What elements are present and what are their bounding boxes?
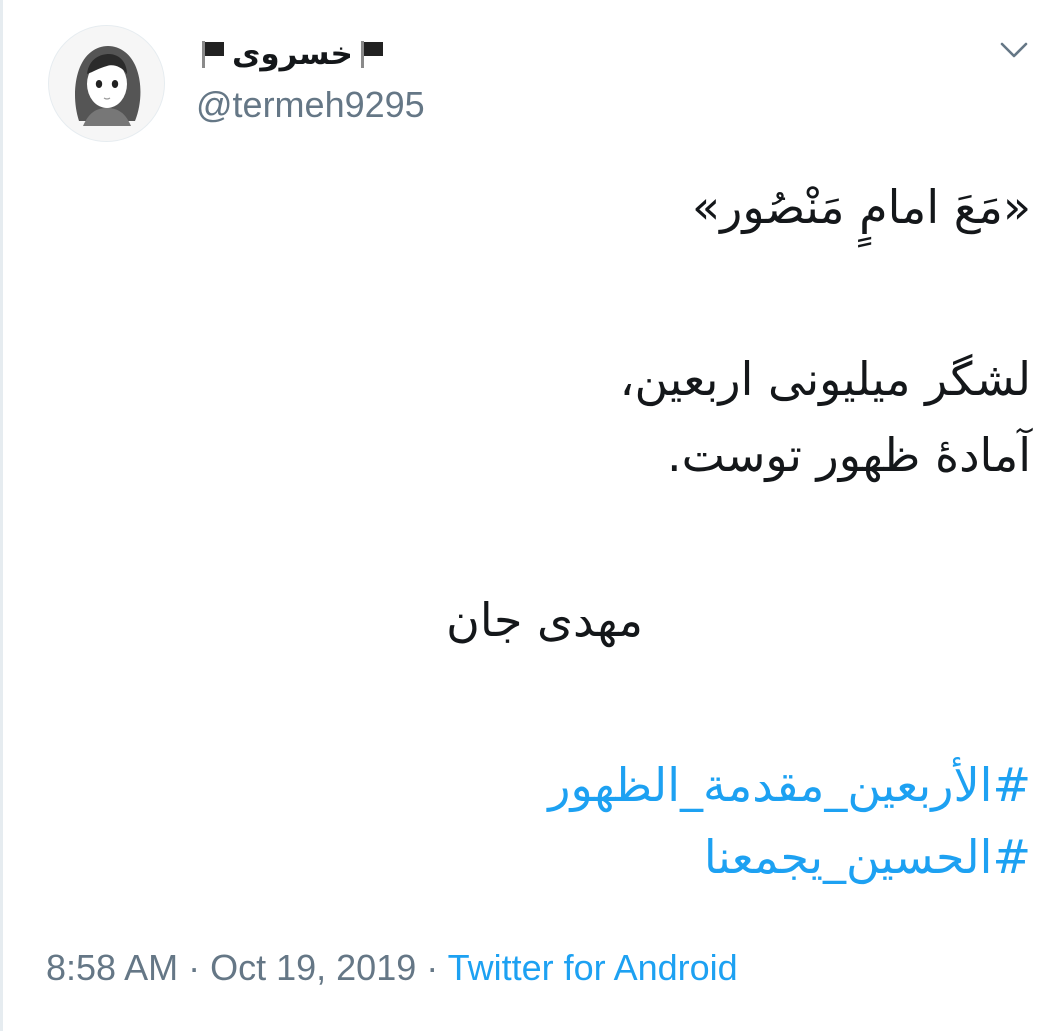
tweet-menu-button[interactable] — [994, 30, 1034, 70]
separator: · — [416, 947, 448, 988]
left-border — [0, 0, 3, 1031]
tweet-text-line: لشگر میلیونی اربعین، — [619, 352, 1031, 406]
chevron-down-icon — [1000, 42, 1028, 58]
hashtag-link[interactable]: #الأربعین_مقدمة_الظهور — [548, 758, 1031, 812]
tweet-time[interactable]: 8:58 AM — [46, 947, 178, 988]
tweet-card: خسروی @termeh9295 «مَعَ امامٍ مَنْصُور» … — [0, 0, 1061, 1031]
tweet-meta: 8:58 AM · Oct 19, 2019 · Twitter for And… — [46, 947, 738, 989]
avatar-image — [49, 26, 164, 141]
separator: · — [178, 947, 211, 988]
tweet-text-line: «مَعَ امامٍ مَنْصُور» — [692, 180, 1031, 234]
black-flag-icon — [359, 39, 385, 69]
display-name[interactable]: خسروی — [200, 30, 385, 78]
tweet-text-line: آمادهٔ ظهور توست. — [667, 428, 1031, 482]
display-name-text: خسروی — [232, 36, 353, 72]
tweet-source-link[interactable]: Twitter for Android — [448, 947, 738, 988]
hashtag-link[interactable]: #الحسین_یجمعنا — [704, 830, 1031, 884]
tweet-date[interactable]: Oct 19, 2019 — [210, 947, 416, 988]
user-handle[interactable]: @termeh9295 — [196, 84, 425, 126]
avatar[interactable] — [48, 25, 165, 142]
tweet-text-line: مهدی جان — [446, 593, 643, 647]
black-flag-icon — [200, 39, 226, 69]
